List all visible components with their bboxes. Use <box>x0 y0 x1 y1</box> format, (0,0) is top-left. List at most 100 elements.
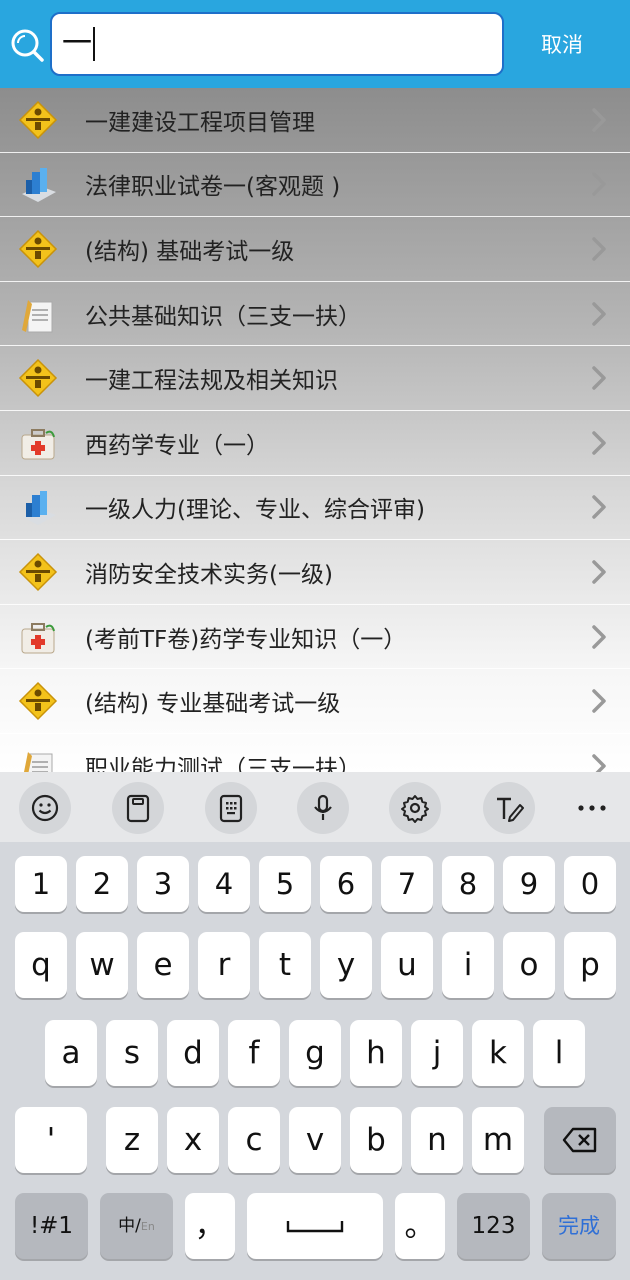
result-row[interactable]: 一建工程法规及相关知识 <box>0 346 630 411</box>
key-h[interactable]: h <box>350 1020 402 1086</box>
symbols-key[interactable]: !#1 <box>15 1193 88 1259</box>
result-row[interactable]: 法律职业试卷一(客观题 ) <box>0 153 630 218</box>
more-button[interactable] <box>566 782 618 834</box>
search-icon <box>11 29 44 62</box>
numbers-key[interactable]: 123 <box>457 1193 530 1259</box>
key-label: v <box>305 1121 325 1158</box>
key-9[interactable]: 9 <box>503 856 555 912</box>
key-label: g <box>305 1034 325 1071</box>
gear-icon <box>400 793 430 823</box>
key-label: u <box>397 946 417 983</box>
chevron-right-icon <box>592 431 606 455</box>
key-label: l <box>554 1034 564 1071</box>
key-label: ' <box>46 1121 56 1158</box>
key-apostrophe[interactable]: ' <box>15 1107 87 1173</box>
key-e[interactable]: e <box>137 932 189 998</box>
key-0[interactable]: 0 <box>564 856 616 912</box>
result-row[interactable]: 一建建设工程项目管理 <box>0 88 630 153</box>
emoji-button[interactable] <box>19 782 71 834</box>
key-u[interactable]: u <box>381 932 433 998</box>
key-label: j <box>432 1034 442 1071</box>
result-row[interactable]: 消防安全技术实务(一级) <box>0 540 630 605</box>
key-k[interactable]: k <box>472 1020 524 1086</box>
medical-kit-icon <box>18 617 58 657</box>
key-label: 0 <box>580 866 600 901</box>
construction-sign-icon <box>18 681 58 721</box>
soft-keyboard: 1 2 3 4 5 6 7 8 9 0 q w e r t y u i o p a s d f g h j k l ' z x c v b n m !#1… <box>0 772 630 1280</box>
key-6[interactable]: 6 <box>320 856 372 912</box>
key-y[interactable]: y <box>320 932 372 998</box>
key-m[interactable]: m <box>472 1107 524 1173</box>
construction-sign-icon <box>18 358 58 398</box>
key-w[interactable]: w <box>76 932 128 998</box>
key-x[interactable]: x <box>167 1107 219 1173</box>
key-2[interactable]: 2 <box>76 856 128 912</box>
result-row[interactable]: (结构) 专业基础考试一级 <box>0 669 630 734</box>
backspace-icon <box>562 1127 597 1153</box>
space-icon <box>286 1221 344 1233</box>
keyboard-layout-icon <box>217 793 245 823</box>
emoji-icon <box>30 793 60 823</box>
key-label: c <box>245 1121 263 1158</box>
chevron-right-icon <box>592 624 606 649</box>
key-label: p <box>580 946 600 983</box>
key-label: 9 <box>519 866 539 901</box>
key-c[interactable]: c <box>228 1107 280 1173</box>
comma-key[interactable]: ， <box>185 1193 235 1259</box>
key-4[interactable]: 4 <box>198 856 250 912</box>
more-icon <box>577 803 607 813</box>
result-label: 法律职业试卷一(客观题 ) <box>85 174 341 201</box>
result-row[interactable]: (考前TF卷)药学专业知识（一） <box>0 605 630 670</box>
key-n[interactable]: n <box>411 1107 463 1173</box>
result-row[interactable]: 职业能力测试（三支一扶） <box>0 734 630 772</box>
search-input[interactable]: 一 <box>50 12 504 76</box>
result-label: 一建建设工程项目管理 <box>85 109 315 136</box>
construction-sign-icon <box>18 100 58 140</box>
key-s[interactable]: s <box>106 1020 158 1086</box>
period-key[interactable]: 。 <box>395 1193 445 1259</box>
document-icon <box>18 746 58 772</box>
key-i[interactable]: i <box>442 932 494 998</box>
key-1[interactable]: 1 <box>15 856 67 912</box>
key-label: !#1 <box>29 1212 74 1239</box>
cancel-button[interactable]: 取消 <box>520 24 604 64</box>
key-l[interactable]: l <box>533 1020 585 1086</box>
key-r[interactable]: r <box>198 932 250 998</box>
keyboard-layout-button[interactable] <box>205 782 257 834</box>
handwriting-button[interactable] <box>483 782 535 834</box>
key-f[interactable]: f <box>228 1020 280 1086</box>
key-5[interactable]: 5 <box>259 856 311 912</box>
key-7[interactable]: 7 <box>381 856 433 912</box>
key-t[interactable]: t <box>259 932 311 998</box>
key-3[interactable]: 3 <box>137 856 189 912</box>
key-label: r <box>217 946 231 983</box>
key-d[interactable]: d <box>167 1020 219 1086</box>
result-label: 公共基础知识（三支一扶） <box>85 303 361 330</box>
gear-button[interactable] <box>389 782 441 834</box>
space-key[interactable] <box>247 1193 383 1259</box>
key-j[interactable]: j <box>411 1020 463 1086</box>
key-label: 5 <box>275 866 295 901</box>
key-a[interactable]: a <box>45 1020 97 1086</box>
key-label: 中/ <box>118 1215 141 1236</box>
microphone-button[interactable] <box>297 782 349 834</box>
key-z[interactable]: z <box>106 1107 158 1173</box>
key-v[interactable]: v <box>289 1107 341 1173</box>
backspace-key[interactable] <box>544 1107 616 1173</box>
key-label: 6 <box>336 866 356 901</box>
result-label: 消防安全技术实务(一级) <box>85 561 333 588</box>
key-q[interactable]: q <box>15 932 67 998</box>
result-row[interactable]: (结构) 基础考试一级 <box>0 217 630 282</box>
result-row[interactable]: 西药学专业（一） <box>0 411 630 476</box>
key-b[interactable]: b <box>350 1107 402 1173</box>
clipboard-button[interactable] <box>112 782 164 834</box>
language-switch-key[interactable]: 中/En <box>100 1193 173 1259</box>
done-key[interactable]: 完成 <box>542 1193 616 1259</box>
key-o[interactable]: o <box>503 932 555 998</box>
chevron-right-icon <box>592 753 606 772</box>
key-8[interactable]: 8 <box>442 856 494 912</box>
key-p[interactable]: p <box>564 932 616 998</box>
key-g[interactable]: g <box>289 1020 341 1086</box>
result-row[interactable]: 一级人力(理论、专业、综合评审) <box>0 476 630 541</box>
result-row[interactable]: 公共基础知识（三支一扶） <box>0 282 630 347</box>
